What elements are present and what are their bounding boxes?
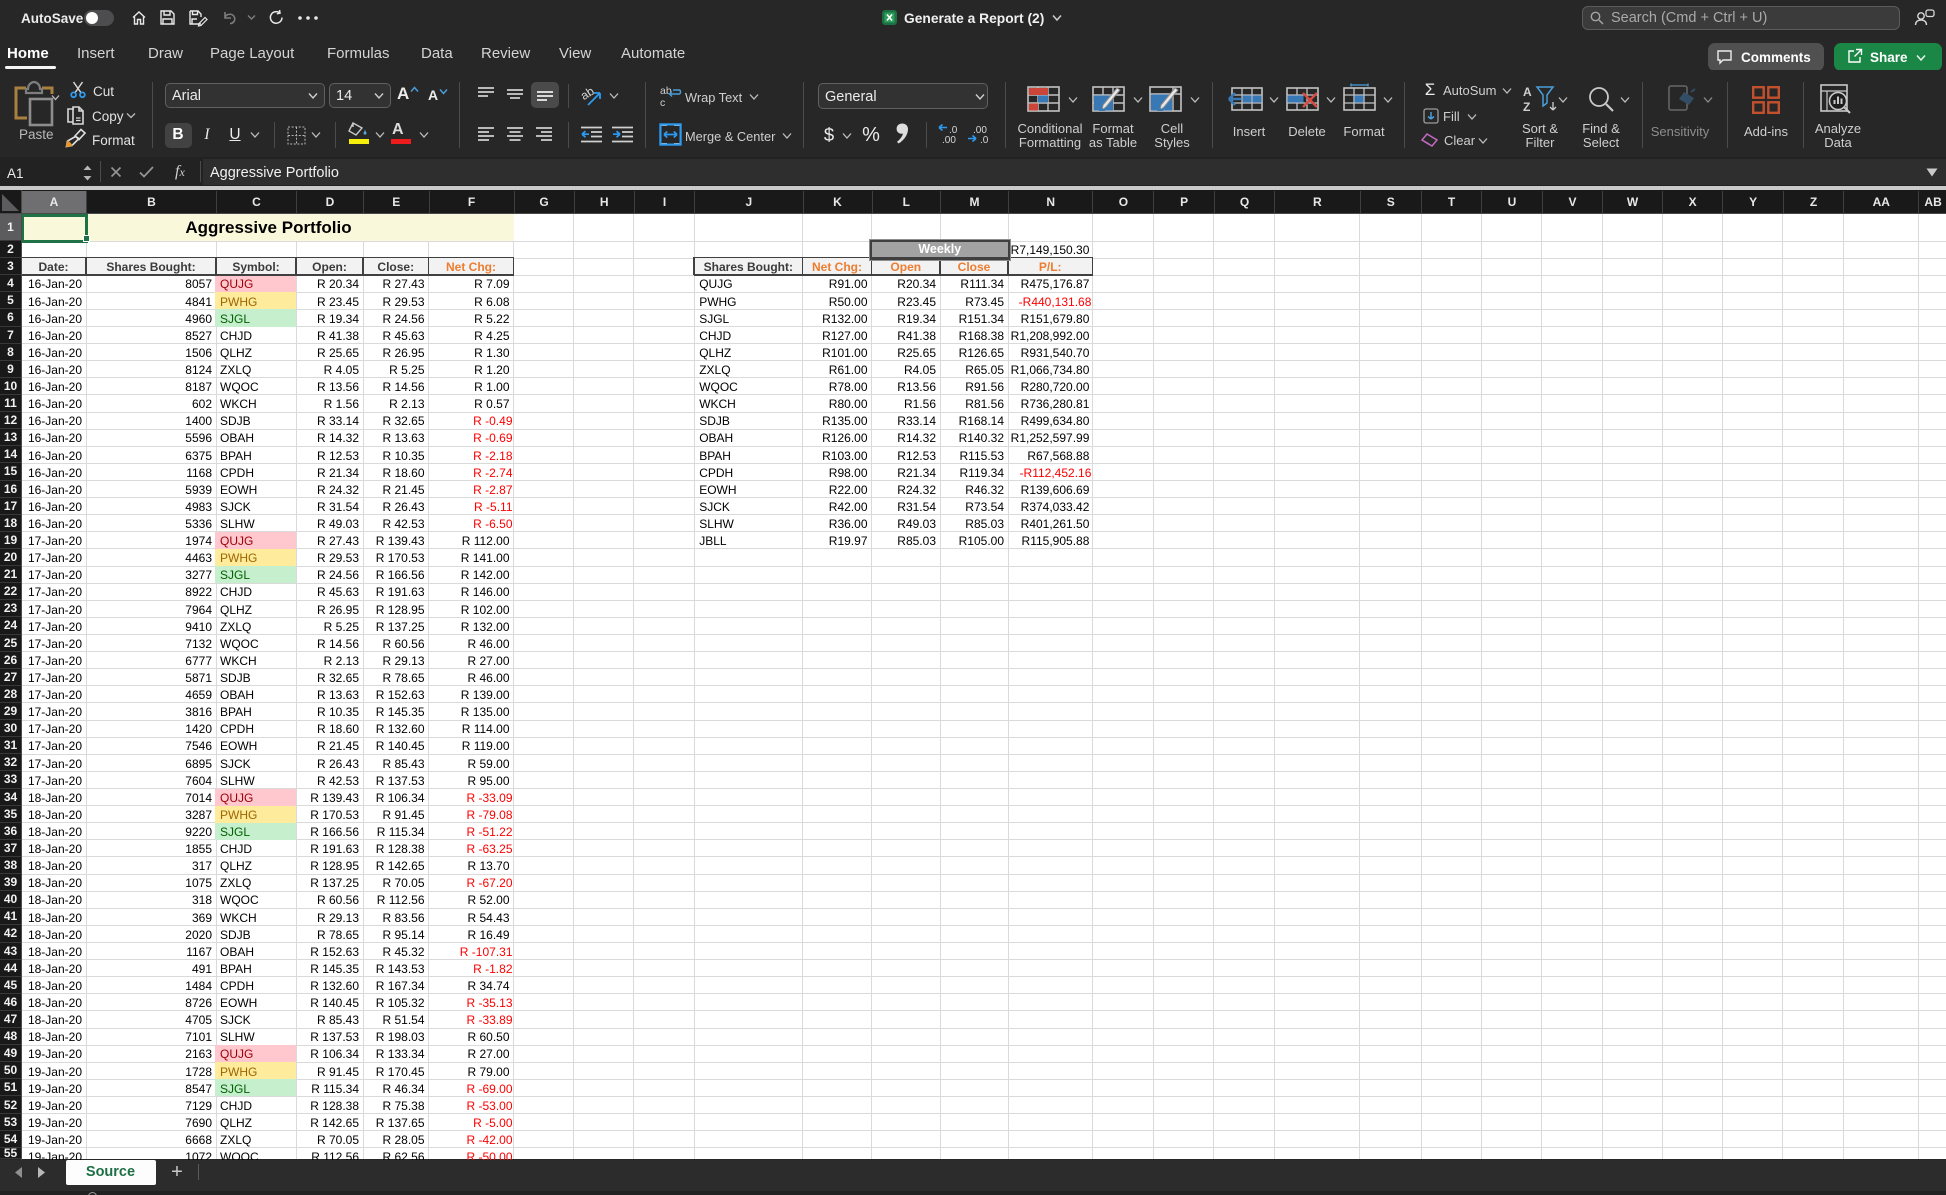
svg-text:A: A	[1523, 85, 1532, 99]
svg-text:.0: .0	[980, 135, 989, 146]
svg-text:Z: Z	[1523, 100, 1530, 114]
svg-text:.00: .00	[942, 135, 956, 146]
svg-text:c: c	[660, 97, 665, 109]
